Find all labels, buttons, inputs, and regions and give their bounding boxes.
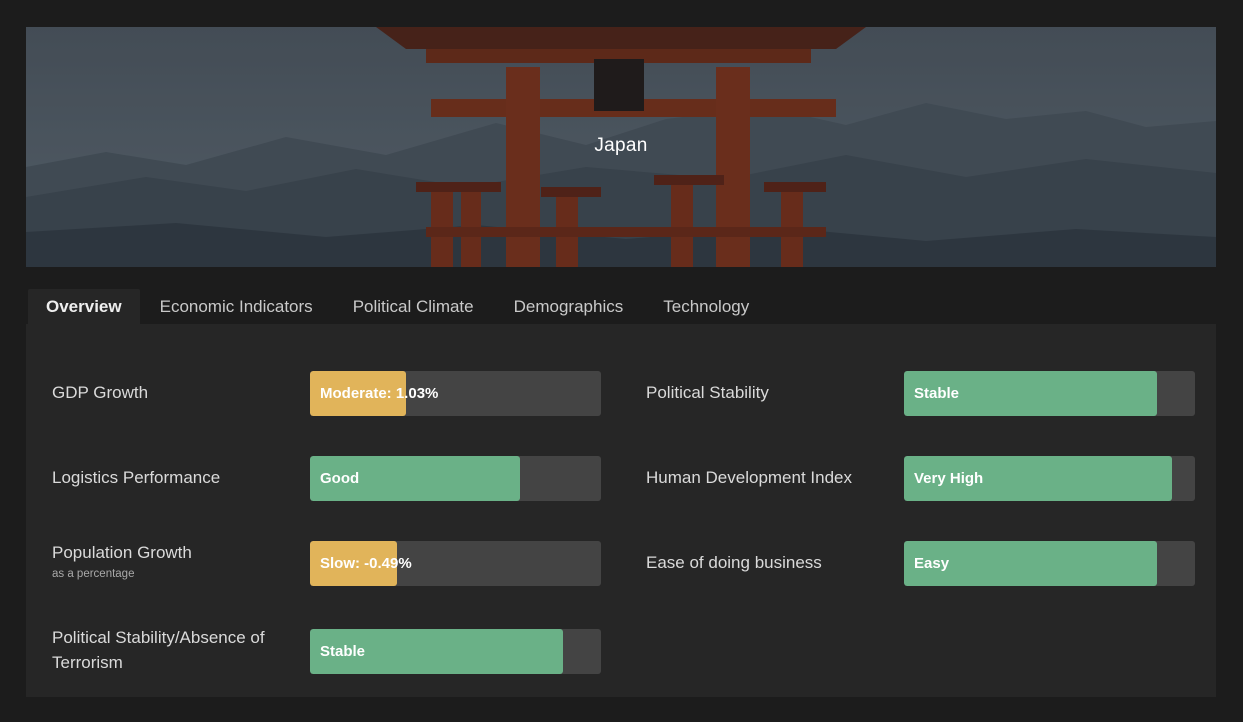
metric-label-population-growth: Population Growth as a percentage (52, 540, 297, 582)
metric-bar-political-stability-absence-of-terrorism: Stable (310, 629, 601, 674)
metric-bar-population-growth: Slow: -0.49% (310, 541, 601, 586)
metric-value: Very High (914, 470, 984, 487)
metric-label-ease-of-doing-business: Ease of doing business (646, 553, 822, 572)
tab-economic-indicators[interactable]: Economic Indicators (140, 289, 333, 325)
tab-demographics[interactable]: Demographics (494, 289, 644, 325)
metric-bar-gdp-growth: Moderate: 1.03% (310, 371, 601, 416)
overview-panel: GDP Growth Moderate: 1.03% Political Sta… (26, 324, 1216, 697)
metric-sublabel: as a percentage (52, 568, 135, 580)
tab-bar: Overview Economic Indicators Political C… (28, 289, 769, 325)
metric-bar-political-stability: Stable (904, 371, 1195, 416)
metric-value: Moderate: 1.03% (320, 385, 439, 402)
metric-bar-ease-of-doing-business: Easy (904, 541, 1195, 586)
hero-banner: Japan (26, 27, 1216, 267)
metric-label-human-development-index: Human Development Index (646, 468, 853, 487)
tab-overview[interactable]: Overview (28, 289, 140, 325)
metric-label-gdp-growth: GDP Growth (52, 383, 149, 402)
metric-value: Stable (320, 643, 366, 660)
metric-value: Good (320, 470, 360, 487)
metric-label-logistics-performance: Logistics Performance (52, 468, 221, 487)
metric-bar-logistics-performance: Good (310, 456, 601, 501)
metric-label-political-stability-absence-of-terrorism: Political Stability/Absence of Terrorism (52, 628, 265, 672)
tab-technology[interactable]: Technology (643, 289, 769, 325)
metric-value: Stable (914, 385, 960, 402)
metric-bar-human-development-index: Very High (904, 456, 1195, 501)
country-title: Japan (594, 135, 648, 156)
metric-value: Slow: -0.49% (320, 555, 412, 572)
metric-value: Easy (914, 555, 950, 572)
tab-political-climate[interactable]: Political Climate (333, 289, 494, 325)
metric-label-political-stability: Political Stability (646, 383, 769, 402)
